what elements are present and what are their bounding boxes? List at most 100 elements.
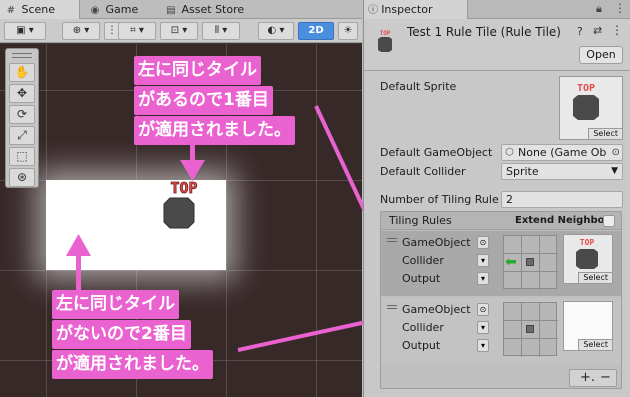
asset-title: Test 1 Rule Tile (Rule Tile) <box>407 25 561 39</box>
default-gameobject-value: None (Game Ob <box>518 146 607 159</box>
draw-mode-dropdown[interactable]: ▣ ▾ <box>4 22 46 40</box>
gamepad-icon: ◉ <box>90 5 100 16</box>
menu-icon[interactable]: ⋮ <box>614 1 626 15</box>
rule2-collider-dropdown[interactable]: ▾ <box>477 321 489 334</box>
default-gameobject-label: Default GameObject <box>380 146 493 159</box>
annotation-upper-line: 左に同じタイル <box>134 56 261 85</box>
select-button[interactable]: Select <box>588 128 622 139</box>
tab-game[interactable]: ◉ Game <box>84 0 160 19</box>
default-gameobject-field[interactable]: ⬡ None (Game Ob ⊙ <box>501 144 623 161</box>
default-collider-value: Sprite <box>506 165 539 178</box>
mode-2d-button[interactable]: 2D <box>298 22 334 40</box>
info-icon: ⓘ <box>368 5 382 16</box>
light-icon[interactable]: ☀ <box>338 22 358 40</box>
rule2-neighbor-grid[interactable] <box>503 302 558 357</box>
default-collider-dropdown[interactable]: Sprite ▼ <box>501 163 623 180</box>
tiling-rules-list: Tiling Rules Extend Neighbor GameObject … <box>380 211 622 389</box>
inspector-tabbar: ⓘ Inspector 🔒︎ ⋮ <box>364 0 630 19</box>
drag-handle-icon[interactable] <box>387 305 397 309</box>
rule1-object-picker-icon[interactable]: ⊙ <box>477 236 489 249</box>
shading-dropdown[interactable]: ◐ ▾ <box>258 22 294 40</box>
rule2-sprite-field[interactable]: Select <box>563 301 613 351</box>
rule2-gameobject-label: GameObject <box>402 303 471 316</box>
center-cell <box>526 325 534 333</box>
default-sprite-label: Default Sprite <box>380 80 457 93</box>
tiling-rule-count-label: Number of Tiling Rule <box>380 193 499 206</box>
help-icon[interactable]: ? <box>577 25 583 38</box>
preset-icon[interactable]: ⇄ <box>593 24 602 37</box>
inspector-header: TOP Test 1 Rule Tile (Rule Tile) ? ⇄ ⋮ O… <box>364 19 630 71</box>
annotation-upper: 左に同じタイル があるので1番目 が適用されました。 <box>134 56 295 146</box>
annotation-upper-line: が適用されました。 <box>134 116 295 145</box>
cube-icon: ⬡ <box>505 147 514 158</box>
lock-icon[interactable]: 🔒︎ <box>596 2 602 16</box>
pivot-dropdown[interactable]: ⊕ ▾ <box>62 22 100 40</box>
rule1-gameobject-label: GameObject <box>402 236 471 249</box>
drag-handle-icon[interactable] <box>387 238 397 242</box>
scale-tool-icon[interactable]: ⤢ <box>9 126 35 145</box>
rule1-collider-dropdown[interactable]: ▾ <box>477 254 489 267</box>
annotation-lower-line: がないので2番目 <box>52 320 191 349</box>
tab-scene[interactable]: # Scene <box>0 0 80 19</box>
tab-asset-store-label: Asset Store <box>181 3 245 16</box>
rule2-output-label: Output <box>402 339 441 352</box>
rule1-select-button[interactable]: Select <box>578 272 612 283</box>
grid-line <box>316 44 317 397</box>
remove-rule-button[interactable]: − <box>600 370 611 386</box>
tab-game-label: Game <box>105 3 139 16</box>
tab-asset-store[interactable]: ▤ Asset Store <box>160 0 260 19</box>
move-tool-icon[interactable]: ✥ <box>9 84 35 103</box>
hand-tool-icon[interactable]: ✋ <box>9 63 35 82</box>
scene-tabbar: # Scene ◉ Game ▤ Asset Store <box>0 0 362 19</box>
default-sprite-field[interactable]: TOP Select <box>559 76 623 140</box>
tiling-rule-2[interactable]: GameObject Collider Output ⊙ ▾ ▾ Select <box>381 298 621 363</box>
grid-snap-dropdown[interactable]: ⌗ ▾ <box>118 22 156 40</box>
rule1-collider-label: Collider <box>402 254 444 267</box>
tool-palette: ✋ ✥ ⟳ ⤢ ⬚ ⊛ <box>5 48 39 188</box>
tab-scene-label: Scene <box>21 3 56 16</box>
tiling-rules-header: Tiling Rules Extend Neighbor <box>381 212 621 230</box>
store-icon: ▤ <box>166 5 176 16</box>
default-sprite-thumbnail: TOP <box>573 83 599 120</box>
rotate-tool-icon[interactable]: ⟳ <box>9 105 35 124</box>
add-rule-button[interactable]: +. <box>580 370 595 386</box>
transform-tool-icon[interactable]: ⊛ <box>9 168 35 187</box>
extend-neighbor-checkbox[interactable] <box>603 215 615 227</box>
rule1-sprite-thumbnail: TOP <box>576 238 598 269</box>
rule1-sprite-text: TOP <box>580 238 595 247</box>
default-sprite-text: TOP <box>577 83 595 94</box>
context-menu-icon[interactable]: ⋮ <box>611 23 623 37</box>
tiling-rule-1[interactable]: GameObject Collider Output ⊙ ▾ ▾ ⬅ TOP S… <box>381 231 621 296</box>
annotation-lower-line: が適用されました。 <box>52 350 213 379</box>
rule1-output-label: Output <box>402 272 441 285</box>
increment-dropdown[interactable]: ⦀ ▾ <box>202 22 240 40</box>
tiling-rule-count-field[interactable]: 2 <box>501 191 623 208</box>
unity-editor: # Scene ◉ Game ▤ Asset Store ▣ ▾ ⊕ ▾ ⋮ ⌗… <box>0 0 630 397</box>
annotation-lower-line: 左に同じタイル <box>52 290 179 319</box>
rule1-output-dropdown[interactable]: ▾ <box>477 272 489 285</box>
rule2-output-dropdown[interactable]: ▾ <box>477 339 489 352</box>
snap-dropdown[interactable]: ⊡ ▾ <box>160 22 198 40</box>
asset-thumb-text: TOP <box>380 30 391 37</box>
tiling-rules-label: Tiling Rules <box>389 214 452 227</box>
scene-panel: # Scene ◉ Game ▤ Asset Store ▣ ▾ ⊕ ▾ ⋮ ⌗… <box>0 0 362 397</box>
center-cell <box>526 258 534 266</box>
open-button[interactable]: Open <box>579 46 623 64</box>
tab-inspector-label: Inspector <box>381 3 433 16</box>
grid-line <box>0 270 362 271</box>
drag-handle-icon[interactable] <box>12 53 32 58</box>
hash-icon: # <box>6 5 16 16</box>
object-picker-icon[interactable]: ⊙ <box>612 145 620 160</box>
rule2-object-picker-icon[interactable]: ⊙ <box>477 303 489 316</box>
extend-neighbor-label: Extend Neighbor <box>515 215 610 226</box>
arrow-left-icon[interactable]: ⬅ <box>505 253 517 271</box>
rule2-collider-label: Collider <box>402 321 444 334</box>
inspector-panel: ⓘ Inspector 🔒︎ ⋮ TOP Test 1 Rule Tile (R… <box>363 0 630 397</box>
rule1-neighbor-grid[interactable]: ⬅ <box>503 235 558 290</box>
rect-tool-icon[interactable]: ⬚ <box>9 147 35 166</box>
tab-inspector[interactable]: ⓘ Inspector <box>364 0 468 19</box>
rule1-sprite-field[interactable]: TOP Select <box>563 234 613 284</box>
rule2-select-button[interactable]: Select <box>578 339 612 350</box>
top-tile-sprite: TOP <box>163 179 198 229</box>
dark-block <box>163 197 195 229</box>
